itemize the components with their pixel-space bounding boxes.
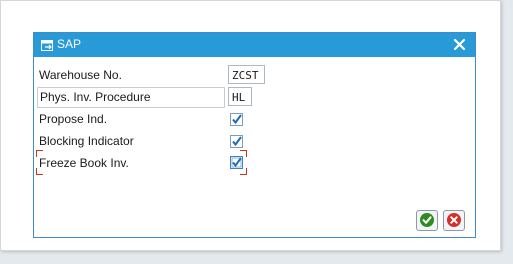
sap-window-icon [41,39,54,51]
propose-ind-row: Propose Ind. [37,109,252,128]
focus-corner-top-right [240,150,247,157]
confirm-button[interactable] [416,210,438,231]
dialog-title: SAP [57,37,82,51]
dialog-titlebar: SAP [34,33,475,57]
cancel-icon [447,213,461,227]
cancel-button[interactable] [443,210,465,231]
freeze-book-inv-row: Freeze Book Inv. [37,153,252,172]
freeze-book-inv-label: Freeze Book Inv. [39,156,129,170]
blocking-indicator-checkbox[interactable] [230,135,243,148]
warehouse-no-label: Warehouse No. [39,68,122,82]
warehouse-no-row: Warehouse No. [37,65,252,84]
blocking-indicator-row: Blocking Indicator [37,131,252,150]
phys-inv-procedure-row: Phys. Inv. Procedure [37,87,225,108]
propose-ind-label: Propose Ind. [39,112,108,126]
check-icon [420,213,434,227]
background-hatch-right [500,0,513,264]
background-hatch-bottom [0,250,513,264]
focus-corner-top-left [36,150,43,157]
sap-dialog: SAP Warehouse No. ZCST Phys. Inv. Proced… [33,32,476,238]
focus-corner-bottom-left [36,168,43,175]
focus-corner-bottom-right [240,168,247,175]
close-icon[interactable] [452,37,467,52]
propose-ind-checkbox[interactable] [230,113,243,126]
phys-inv-procedure-field[interactable]: HL [228,87,252,106]
warehouse-no-field[interactable]: ZCST [228,65,265,84]
phys-inv-procedure-label: Phys. Inv. Procedure [40,90,151,104]
blocking-indicator-label: Blocking Indicator [39,134,134,148]
screenshot-frame: SAP Warehouse No. ZCST Phys. Inv. Proced… [0,0,501,251]
